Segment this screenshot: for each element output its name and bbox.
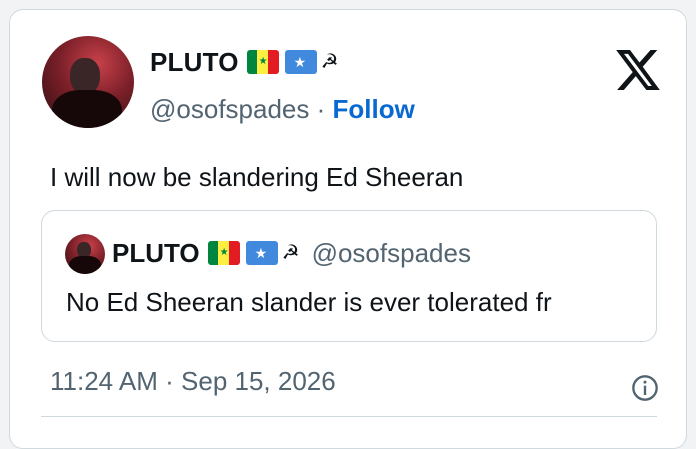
quoted-tweet-text: No Ed Sheeran slander is ever tolerated … [66, 287, 552, 317]
author-name[interactable]: PLUTO [150, 47, 239, 78]
author-avatar[interactable] [42, 36, 134, 128]
author-handle-row: @osofspades · Follow [150, 94, 415, 125]
x-logo-icon[interactable] [616, 50, 660, 90]
tweet-card: PLUTO ★ ★ ☭ @osofspades · Follow I will … [9, 9, 687, 449]
senegal-flag-icon: ★ [246, 50, 279, 74]
tweet-timestamp[interactable]: 11:24 AM · Sep 15, 2026 [50, 366, 336, 397]
somalia-flag-icon: ★ [284, 50, 317, 74]
follow-button[interactable]: Follow [333, 94, 415, 124]
quoted-tweet[interactable]: PLUTO ★ ★ ☭ @osofspades No Ed Sheeran sl… [41, 210, 657, 342]
quoted-author-avatar[interactable] [65, 234, 105, 274]
tweet-text: I will now be slandering Ed Sheeran [50, 162, 464, 192]
quoted-author-name: PLUTO [112, 237, 200, 268]
author-name-row: PLUTO ★ ★ ☭ [150, 46, 339, 78]
somalia-flag-icon: ★ [245, 241, 278, 265]
senegal-flag-icon: ★ [207, 241, 240, 265]
divider [41, 416, 657, 417]
hammer-sickle-icon: ☭ [281, 242, 300, 264]
quoted-header: PLUTO ★ ★ ☭ @osofspades [112, 237, 471, 269]
hammer-sickle-icon: ☭ [320, 51, 339, 73]
author-handle[interactable]: @osofspades [150, 94, 309, 124]
separator-dot: · [316, 94, 326, 124]
info-icon[interactable] [631, 374, 659, 402]
quoted-author-handle: @osofspades [311, 237, 471, 268]
